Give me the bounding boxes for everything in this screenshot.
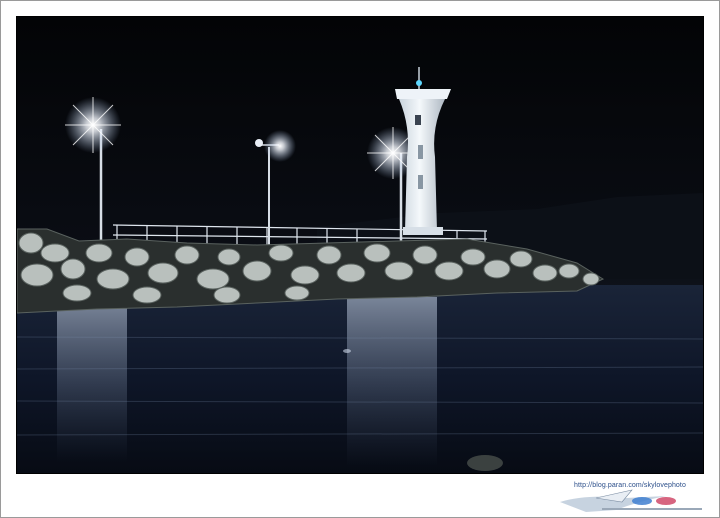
lamp-reflection-left xyxy=(57,302,127,462)
photo-illustration xyxy=(17,17,703,473)
watermark-logo xyxy=(560,489,702,512)
float-light xyxy=(343,349,351,353)
lamp-reflection-right xyxy=(347,297,437,467)
night-harbor-photo xyxy=(16,16,704,474)
foreground-rock xyxy=(467,455,503,471)
blog-watermark: http://blog.paran.com/skylovephoto xyxy=(556,480,706,514)
